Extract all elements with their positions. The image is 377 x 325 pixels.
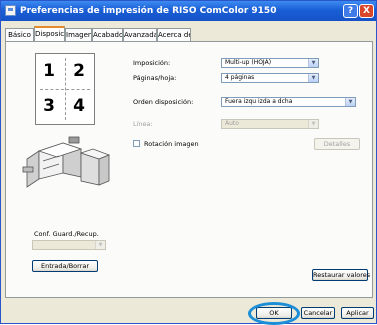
printer-app-icon: [5, 5, 16, 16]
layout-select[interactable]: Multi-up (HOJA) ▼: [221, 58, 319, 68]
order-select-value: Fuera izqu izda a dcha: [225, 98, 293, 105]
preview-divider-vertical: [65, 58, 66, 120]
chevron-down-icon: ▼: [345, 98, 355, 106]
pages-per-sheet-value: 4 páginas: [225, 74, 255, 81]
layout-select-value: Multi-up (HOJA): [225, 59, 272, 66]
tab-acerca-de[interactable]: Acerca de: [157, 28, 191, 41]
chevron-down-icon: ▼: [308, 74, 318, 82]
print-preferences-window: Preferencias de impresión de RISO ComCol…: [0, 0, 377, 325]
preview-page-number: 4: [73, 96, 85, 116]
restore-defaults-button[interactable]: Restaurar valores: [312, 269, 370, 281]
tab-acabado[interactable]: Acabado: [92, 28, 123, 41]
tab-disposicion[interactable]: Disposic.: [34, 26, 65, 41]
tab-imagen[interactable]: Imagen: [65, 28, 92, 41]
cancel-button[interactable]: Cancelar: [301, 307, 335, 319]
apply-button[interactable]: Aplicar: [341, 307, 374, 319]
layout-preview: 1 2 3 4: [35, 53, 95, 125]
window-title: Preferencias de impresión de RISO ComCol…: [20, 6, 277, 16]
printer-illustration: [22, 136, 111, 188]
tab-basico[interactable]: Básico: [5, 28, 34, 41]
preview-page-number: 2: [73, 61, 85, 81]
save-recall-button[interactable]: Entrada/Borrar: [32, 260, 98, 272]
frame-label: Línea:: [133, 120, 153, 128]
help-button[interactable]: ?: [343, 4, 358, 18]
rotate-image-checkbox[interactable]: [133, 140, 140, 147]
config-label: Conf. Guard./Recup.: [34, 230, 99, 238]
details-button[interactable]: Detalles: [314, 138, 360, 150]
pages-per-sheet-select[interactable]: 4 páginas ▼: [221, 73, 319, 83]
rotate-image-label: Rotación imagen: [144, 140, 199, 148]
frame-select-value: Auto: [225, 120, 239, 127]
config-select[interactable]: ▼: [32, 240, 106, 250]
close-button[interactable]: X: [359, 4, 374, 18]
title-bar: Preferencias de impresión de RISO ComCol…: [1, 1, 376, 21]
order-label: Orden disposición:: [133, 98, 194, 106]
tab-avanzada[interactable]: Avanzada: [123, 28, 157, 41]
pages-per-sheet-label: Páginas/hoja:: [133, 74, 177, 82]
chevron-down-icon: ▼: [95, 241, 105, 249]
ok-highlight-ring: [248, 302, 300, 325]
layout-label: Imposición:: [133, 59, 171, 67]
frame-select[interactable]: Auto ▼: [221, 119, 319, 129]
preview-page-number: 3: [43, 96, 55, 116]
order-select[interactable]: Fuera izqu izda a dcha ▼: [221, 97, 356, 107]
chevron-down-icon: ▼: [308, 59, 318, 67]
preview-page-number: 1: [43, 61, 55, 81]
chevron-down-icon: ▼: [308, 120, 318, 128]
